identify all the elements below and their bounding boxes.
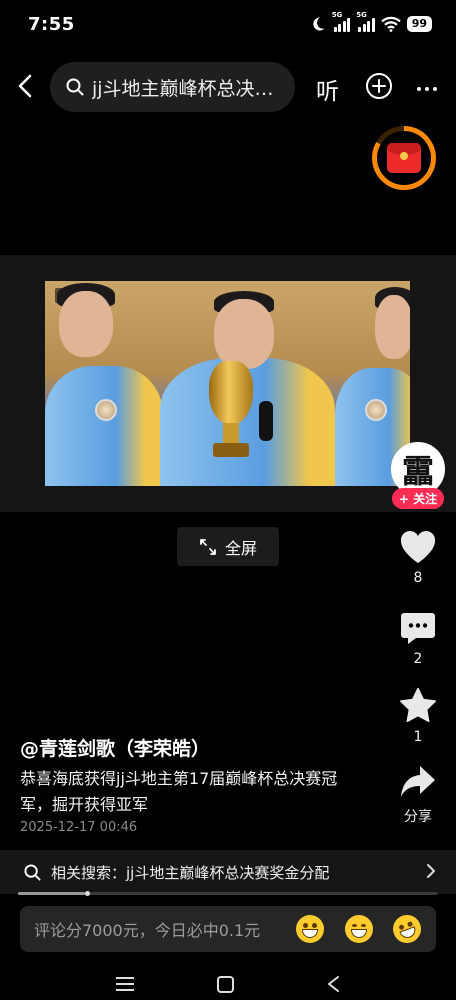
grin-emoji-icon[interactable] — [296, 915, 324, 943]
share-button[interactable]: 分享 — [393, 764, 443, 826]
status-bar: 7:55 5G 5G 99 — [0, 0, 456, 52]
status-time: 7:55 — [28, 14, 75, 35]
progress-fill — [18, 892, 86, 895]
status-icons: 5G 5G 99 — [310, 11, 432, 32]
like-count: 8 — [413, 570, 423, 586]
video-player[interactable]: 直播 — [45, 281, 410, 486]
fullscreen-label: 全屏 — [224, 538, 257, 558]
comment-placeholder: 评论分7000元，今日必中0.1元 — [34, 921, 261, 940]
follow-button[interactable]: + 关注 — [392, 488, 444, 509]
top-nav: jj斗地主巅峰杯总决… 听 — [0, 60, 456, 114]
add-button[interactable] — [366, 73, 392, 99]
heart-icon — [400, 531, 436, 563]
search-icon — [66, 78, 84, 96]
author-name[interactable]: @青莲剑歌（李荣皓） — [20, 734, 210, 761]
search-query-text: jj斗地主巅峰杯总决… — [92, 77, 274, 100]
chevron-right-icon — [427, 864, 435, 878]
related-search-bar[interactable]: 相关搜索：jj斗地主巅峰杯总决赛奖金分配 — [0, 850, 456, 894]
comment-input[interactable]: 评论分7000元，今日必中0.1元 — [20, 906, 436, 952]
back-icon[interactable] — [325, 975, 343, 993]
post-date: 2025-12-17 00:46 — [20, 820, 138, 835]
share-label: 分享 — [404, 809, 432, 825]
signal-icon: 5G — [332, 11, 351, 32]
menu-icon[interactable] — [116, 977, 134, 995]
battery-indicator: 99 — [406, 16, 432, 32]
plus-circle-icon — [372, 79, 386, 93]
microphone-image — [259, 401, 273, 441]
progress-handle[interactable] — [85, 891, 91, 896]
comment-count: 2 — [413, 651, 423, 667]
listen-button[interactable]: 听 — [316, 72, 339, 106]
video-description: 恭喜海底获得jj斗地主第17届巅峰杯总决赛冠军，掘开获得亚军 — [20, 769, 338, 814]
moon-icon — [312, 17, 325, 31]
laughing-tears-emoji-icon[interactable] — [389, 911, 425, 947]
comment-button[interactable]: 2 — [393, 611, 443, 667]
comment-icon — [401, 613, 435, 644]
like-button[interactable]: 8 — [393, 530, 443, 586]
wifi-icon — [380, 16, 401, 32]
star-icon — [399, 687, 437, 723]
fullscreen-button[interactable]: 全屏 — [177, 527, 279, 566]
favorite-button[interactable]: 1 — [393, 687, 443, 745]
search-input[interactable]: jj斗地主巅峰杯总决… — [50, 62, 295, 112]
related-search-text: 相关搜索：jj斗地主巅峰杯总决赛奖金分配 — [51, 863, 330, 882]
share-arrow-icon — [401, 766, 435, 797]
video-person — [45, 281, 165, 486]
red-packet-button[interactable] — [372, 126, 436, 190]
home-icon[interactable] — [217, 976, 234, 993]
back-button[interactable] — [10, 70, 40, 102]
trophy-image — [205, 361, 257, 461]
red-envelope-icon — [387, 143, 421, 173]
more-icon — [417, 87, 437, 91]
back-arrow-icon — [18, 74, 32, 98]
search-icon — [24, 863, 41, 881]
beaming-emoji-icon[interactable] — [345, 915, 373, 943]
system-nav-bar — [0, 965, 456, 1000]
playback-progress-bar[interactable] — [18, 891, 438, 896]
favorite-count: 1 — [413, 729, 423, 745]
expand-icon — [200, 538, 216, 555]
signal-icon: 5G — [356, 11, 375, 32]
more-button[interactable] — [416, 76, 438, 97]
